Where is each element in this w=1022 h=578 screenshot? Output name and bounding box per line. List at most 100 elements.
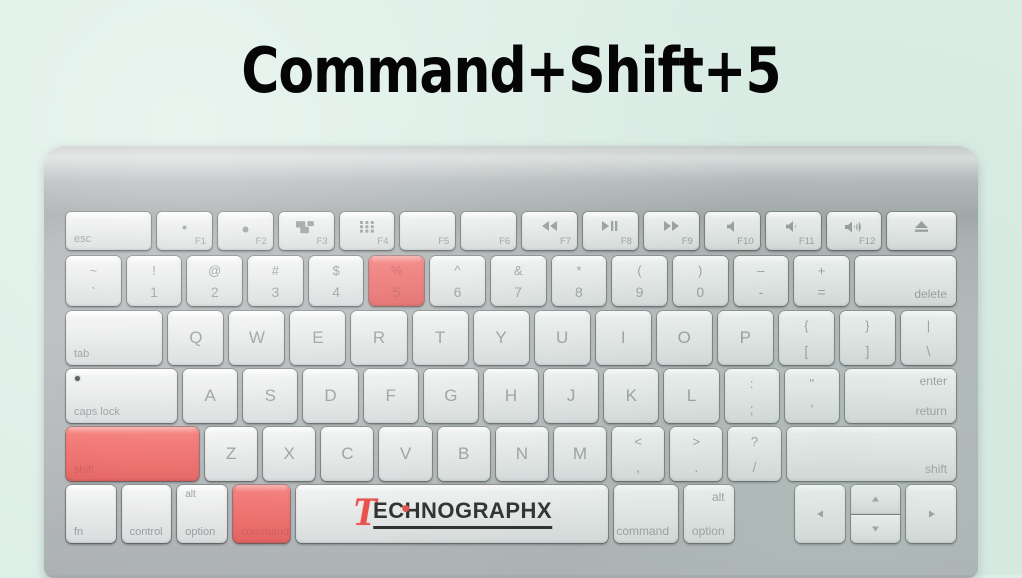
key-two[interactable]: @2 [187, 256, 243, 306]
key-bracket-left[interactable]: {[ [778, 311, 834, 365]
key-g[interactable]: G [423, 369, 478, 423]
key-e[interactable]: E [290, 311, 346, 365]
key-nine[interactable]: (9 [612, 256, 667, 306]
key-i[interactable]: I [595, 311, 651, 365]
key-bracket-right[interactable]: }] [839, 311, 895, 365]
key-j[interactable]: J [544, 369, 599, 423]
key-six[interactable]: ^ 6 [430, 256, 485, 306]
brand-logo: T ECHNOGRAPHX [353, 492, 553, 532]
key-period[interactable]: >. [670, 427, 723, 481]
key-p[interactable]: P [717, 311, 773, 365]
key-upper-label: @ [208, 263, 222, 278]
key-f2[interactable]: F2 [217, 212, 273, 250]
key-minus[interactable]: – - [733, 256, 789, 306]
key-space[interactable]: T ECHNOGRAPHX [296, 485, 609, 543]
key-fn[interactable]: fn [66, 485, 116, 543]
key-control[interactable]: control [121, 485, 172, 543]
key-y[interactable]: Y [473, 311, 529, 365]
key-r[interactable]: R [351, 311, 407, 365]
key-label: B [458, 444, 470, 463]
key-d[interactable]: D [303, 369, 358, 423]
apple-wireless-keyboard: esc F1 F2 F3 F4 F5 F6 F7 F8 F9 F10 F11 F12 ~ `! 1 @2 #3 $… [44, 146, 978, 578]
volume-down-icon [766, 221, 821, 232]
key-a[interactable]: A [183, 369, 238, 423]
key-comma[interactable]: <, [612, 427, 665, 481]
key-f6[interactable]: F6 [461, 212, 517, 250]
key-m[interactable]: M [553, 427, 607, 481]
key-k[interactable]: K [604, 369, 659, 423]
key-caps-lock[interactable]: caps lock [66, 369, 178, 423]
key-tab[interactable]: tab [66, 311, 163, 365]
brightness-down-icon [157, 221, 212, 234]
key-slash[interactable]: ? / [728, 427, 781, 481]
key-upper-label: alt [185, 489, 196, 500]
key-option-right[interactable]: alt option [684, 485, 734, 543]
key-arrow-right[interactable] [906, 485, 957, 543]
key-w[interactable]: W [229, 311, 285, 365]
key-q[interactable]: Q [168, 311, 224, 365]
key-z[interactable]: Z [204, 427, 258, 481]
key-b[interactable]: B [437, 427, 490, 481]
key-option-left[interactable]: alt option [177, 485, 227, 543]
key-esc[interactable]: esc [66, 212, 152, 250]
key-f10[interactable]: F10 [704, 212, 760, 250]
key-label: V [399, 444, 412, 463]
key-four[interactable]: $4 [308, 256, 364, 306]
key-f9[interactable]: F9 [643, 212, 699, 250]
key-shift-right[interactable]: shift [786, 427, 957, 481]
key-f8[interactable]: F8 [583, 212, 638, 250]
key-v[interactable]: V [379, 427, 432, 481]
key-f11[interactable]: F11 [765, 212, 821, 250]
key-delete[interactable]: delete [854, 256, 957, 306]
key-s[interactable]: S [243, 369, 298, 423]
key-f12[interactable]: F12 [826, 212, 882, 250]
key-lower-label: 5 [392, 284, 401, 300]
key-f4[interactable]: F4 [339, 212, 395, 250]
key-f[interactable]: F [363, 369, 418, 423]
key-f7[interactable]: F7 [522, 212, 578, 250]
key-u[interactable]: U [534, 311, 590, 365]
key-label: U [556, 328, 569, 347]
key-label: E [312, 328, 324, 347]
key-eject[interactable] [887, 212, 956, 250]
key-lower-label: . [694, 459, 699, 475]
key-o[interactable]: O [656, 311, 712, 365]
key-quote[interactable]: " ' [784, 369, 839, 423]
key-lower-label: 3 [271, 284, 280, 300]
eject-icon [887, 221, 956, 232]
key-seven[interactable]: & 7 [490, 256, 546, 306]
key-c[interactable]: C [321, 427, 374, 481]
key-n[interactable]: N [495, 427, 548, 481]
key-arrow-up[interactable] [850, 485, 901, 514]
key-label: caps lock [74, 406, 120, 418]
key-return[interactable]: enter return [844, 369, 956, 423]
key-t[interactable]: T [412, 311, 468, 365]
key-h[interactable]: H [483, 369, 539, 423]
key-f3[interactable]: F3 [278, 212, 334, 250]
key-five[interactable]: % 5 [369, 256, 425, 306]
key-eight[interactable]: * 8 [551, 256, 607, 306]
key-f5[interactable]: F5 [400, 212, 456, 250]
key-x[interactable]: X [263, 427, 316, 481]
key-arrow-down[interactable] [850, 514, 901, 543]
key-label: control [129, 526, 163, 538]
key-three[interactable]: #3 [248, 256, 303, 306]
key-command-left[interactable]: command [232, 485, 291, 543]
key-one[interactable]: ! 1 [126, 256, 182, 306]
key-equals[interactable]: + = [794, 256, 849, 306]
key-f1[interactable]: F1 [157, 212, 212, 250]
key-arrow-left[interactable] [795, 485, 845, 543]
modifier-row: fn control alt option command T ECHNOGRAPHX com… [66, 485, 957, 543]
key-lower-label: = [817, 284, 826, 300]
key-semicolon[interactable]: :; [724, 369, 779, 423]
key-zero[interactable]: ) 0 [672, 256, 728, 306]
key-backtick[interactable]: ~ ` [66, 256, 121, 306]
key-upper-label: : [749, 376, 754, 391]
key-label: esc [74, 233, 92, 245]
key-l[interactable]: L [664, 369, 719, 423]
key-upper-label: – [757, 263, 765, 278]
key-backslash[interactable]: | \ [900, 311, 956, 365]
key-label: command [240, 526, 290, 538]
key-command-right[interactable]: command [614, 485, 679, 543]
key-shift-left[interactable]: shift [66, 427, 199, 481]
